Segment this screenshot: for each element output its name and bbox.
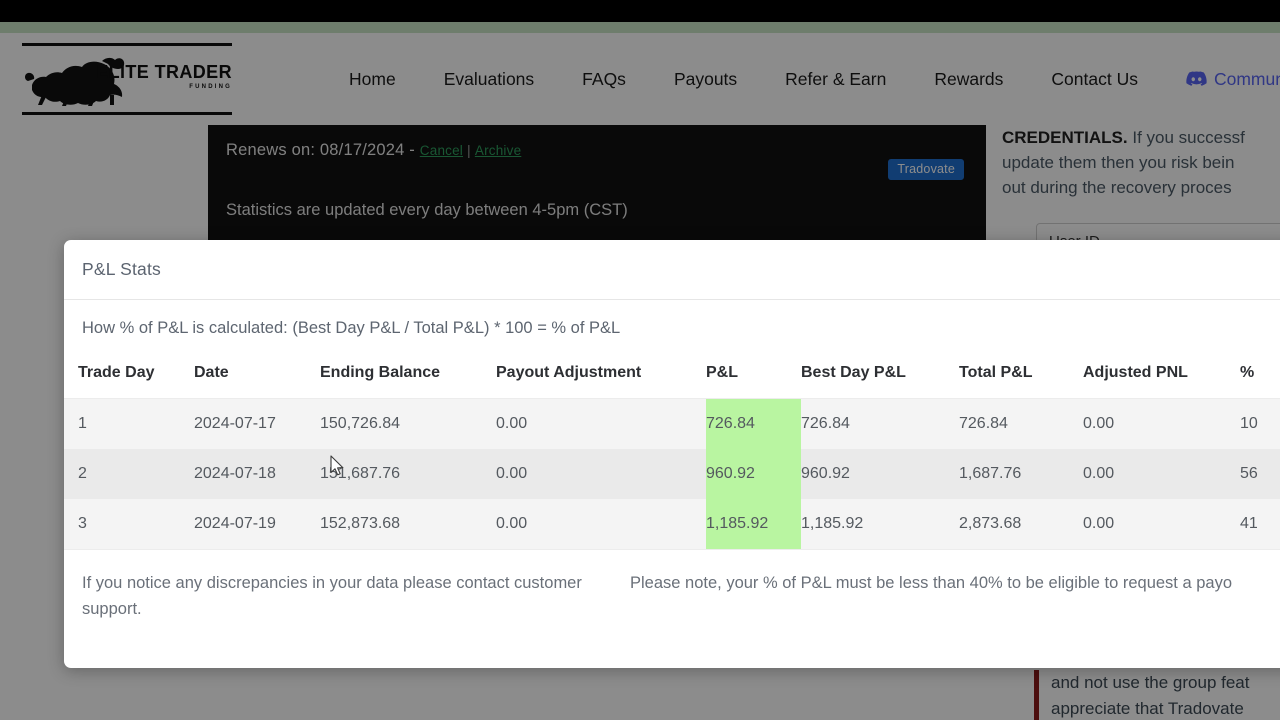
cell-adjusted-pnl: 0.00 bbox=[1083, 465, 1115, 482]
cell-trade-day: 3 bbox=[78, 515, 87, 532]
pnl-stats-table: Trade Day Date Ending Balance Payout Adj… bbox=[64, 354, 1280, 549]
cell-date: 2024-07-17 bbox=[194, 415, 276, 432]
column-header-payout-adjustment[interactable]: Payout Adjustment bbox=[496, 354, 706, 399]
cell-trade-day: 2 bbox=[78, 465, 87, 482]
modal-header: P&L Stats bbox=[64, 240, 1280, 300]
cell-date: 2024-07-18 bbox=[194, 465, 276, 482]
cell-pnl: 726.84 bbox=[706, 398, 801, 449]
modal-title: P&L Stats bbox=[82, 259, 161, 279]
column-header-adjusted-pnl[interactable]: Adjusted PNL bbox=[1083, 354, 1240, 399]
cell-pnl: 1,185.92 bbox=[706, 499, 801, 549]
cell-total-pnl: 2,873.68 bbox=[959, 515, 1022, 532]
modal-footer: If you notice any discrepancies in your … bbox=[64, 549, 1280, 622]
cell-trade-day: 1 bbox=[78, 415, 87, 432]
cell-percent: 41 bbox=[1240, 515, 1258, 532]
column-header-trade-day[interactable]: Trade Day bbox=[64, 354, 194, 399]
footer-payout-eligibility-note: Please note, your % of P&L must be less … bbox=[630, 574, 1233, 592]
cell-best-day-pnl: 960.92 bbox=[801, 465, 850, 482]
table-row[interactable]: 3 2024-07-19 152,873.68 0.00 1,185.92 1,… bbox=[64, 499, 1280, 549]
cell-payout-adjustment: 0.00 bbox=[496, 415, 528, 432]
cell-ending-balance: 152,873.68 bbox=[320, 515, 401, 532]
column-header-ending-balance[interactable]: Ending Balance bbox=[320, 354, 496, 399]
cell-percent: 56 bbox=[1240, 465, 1258, 482]
table-header-row: Trade Day Date Ending Balance Payout Adj… bbox=[64, 354, 1280, 399]
cell-total-pnl: 1,687.76 bbox=[959, 465, 1022, 482]
table-row[interactable]: 2 2024-07-18 151,687.76 0.00 960.92 960.… bbox=[64, 449, 1280, 499]
cell-ending-balance: 150,726.84 bbox=[320, 415, 401, 432]
cell-best-day-pnl: 726.84 bbox=[801, 415, 850, 432]
modal-body: How % of P&L is calculated: (Best Day P&… bbox=[64, 300, 1280, 622]
column-header-best-day-pnl[interactable]: Best Day P&L bbox=[801, 354, 959, 399]
cell-payout-adjustment: 0.00 bbox=[496, 515, 528, 532]
cell-total-pnl: 726.84 bbox=[959, 415, 1008, 432]
column-header-pnl[interactable]: P&L bbox=[706, 354, 801, 399]
cell-adjusted-pnl: 0.00 bbox=[1083, 415, 1115, 432]
column-header-total-pnl[interactable]: Total P&L bbox=[959, 354, 1083, 399]
cell-percent: 10 bbox=[1240, 415, 1258, 432]
pnl-stats-modal: P&L Stats How % of P&L is calculated: (B… bbox=[64, 240, 1280, 668]
app-root: ELITE TRADER FUNDING Home Evaluations FA… bbox=[0, 0, 1280, 720]
pnl-formula-text: How % of P&L is calculated: (Best Day P&… bbox=[82, 319, 621, 337]
pnl-table-wrapper: Trade Day Date Ending Balance Payout Adj… bbox=[64, 354, 1280, 549]
cell-payout-adjustment: 0.00 bbox=[496, 465, 528, 482]
table-row[interactable]: 1 2024-07-17 150,726.84 0.00 726.84 726.… bbox=[64, 398, 1280, 449]
cell-pnl: 960.92 bbox=[706, 449, 801, 499]
cell-date: 2024-07-19 bbox=[194, 515, 276, 532]
cell-ending-balance: 151,687.76 bbox=[320, 465, 401, 482]
cell-adjusted-pnl: 0.00 bbox=[1083, 515, 1115, 532]
cell-best-day-pnl: 1,185.92 bbox=[801, 515, 864, 532]
column-header-date[interactable]: Date bbox=[194, 354, 320, 399]
footer-discrepancy-note: If you notice any discrepancies in your … bbox=[82, 574, 582, 618]
pnl-table-head: Trade Day Date Ending Balance Payout Adj… bbox=[64, 354, 1280, 399]
column-header-percent[interactable]: % bbox=[1240, 354, 1280, 399]
pnl-table-body: 1 2024-07-17 150,726.84 0.00 726.84 726.… bbox=[64, 398, 1280, 549]
